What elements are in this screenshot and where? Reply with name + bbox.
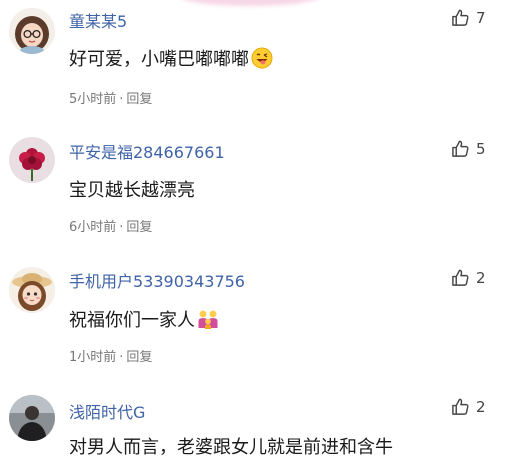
like-button[interactable]: 2 (451, 397, 486, 416)
avatar[interactable] (9, 8, 55, 54)
top-decoration (180, 0, 320, 6)
like-button[interactable]: 5 (451, 139, 486, 158)
comment-meta: 5小时前 · 回复 (69, 88, 152, 107)
thumbs-up-icon (452, 9, 469, 26)
avatar[interactable] (9, 267, 55, 313)
timestamp: 1小时前 (69, 350, 117, 365)
reply-button[interactable]: 回复 (126, 350, 152, 365)
like-count: 7 (476, 8, 486, 27)
comment-meta: 6小时前 · 回复 (69, 216, 152, 235)
separator: · (119, 92, 124, 107)
like-count: 2 (476, 397, 486, 416)
like-count: 2 (476, 268, 486, 287)
comment-text: 对男人而言，老婆跟女儿就是前进和含牛 (69, 437, 393, 458)
like-count: 5 (476, 139, 486, 158)
username[interactable]: 手机用户53390343756 (69, 268, 245, 292)
comment-text: 祝福你们一家人 (69, 306, 219, 335)
timestamp: 5小时前 (69, 92, 117, 107)
thumbs-up-icon (452, 398, 469, 415)
avatar[interactable] (9, 395, 55, 441)
username[interactable]: 浅陌时代G (69, 399, 145, 423)
comment-text-content: 好可爱，小嘴巴嘟嘟嘟 (69, 49, 249, 70)
family-emoji-icon (197, 308, 219, 335)
dark-photo-avatar (9, 395, 55, 441)
separator: · (119, 350, 124, 365)
like-button[interactable]: 2 (451, 268, 486, 287)
thumbs-up-icon (452, 269, 469, 286)
reply-button[interactable]: 回复 (126, 220, 152, 235)
cartoon-girl-hat-avatar (9, 267, 55, 313)
thumbs-up-icon (452, 140, 469, 157)
reply-button[interactable]: 回复 (126, 92, 152, 107)
comment-text-content: 祝福你们一家人 (69, 310, 195, 331)
cartoon-girl-glasses-avatar (9, 8, 55, 54)
username[interactable]: 平安是福284667661 (69, 139, 225, 163)
red-flower-avatar (9, 137, 55, 183)
timestamp: 6小时前 (69, 220, 117, 235)
grinning-tongue-emoji-icon (251, 47, 273, 74)
separator: · (119, 220, 124, 235)
comment-text: 好可爱，小嘴巴嘟嘟嘟 (69, 45, 273, 74)
like-button[interactable]: 7 (451, 8, 486, 27)
comment-text: 宝贝越长越漂亮 (69, 180, 195, 201)
username[interactable]: 童某某5 (69, 8, 127, 32)
avatar[interactable] (9, 137, 55, 183)
comment-meta: 1小时前 · 回复 (69, 346, 152, 365)
